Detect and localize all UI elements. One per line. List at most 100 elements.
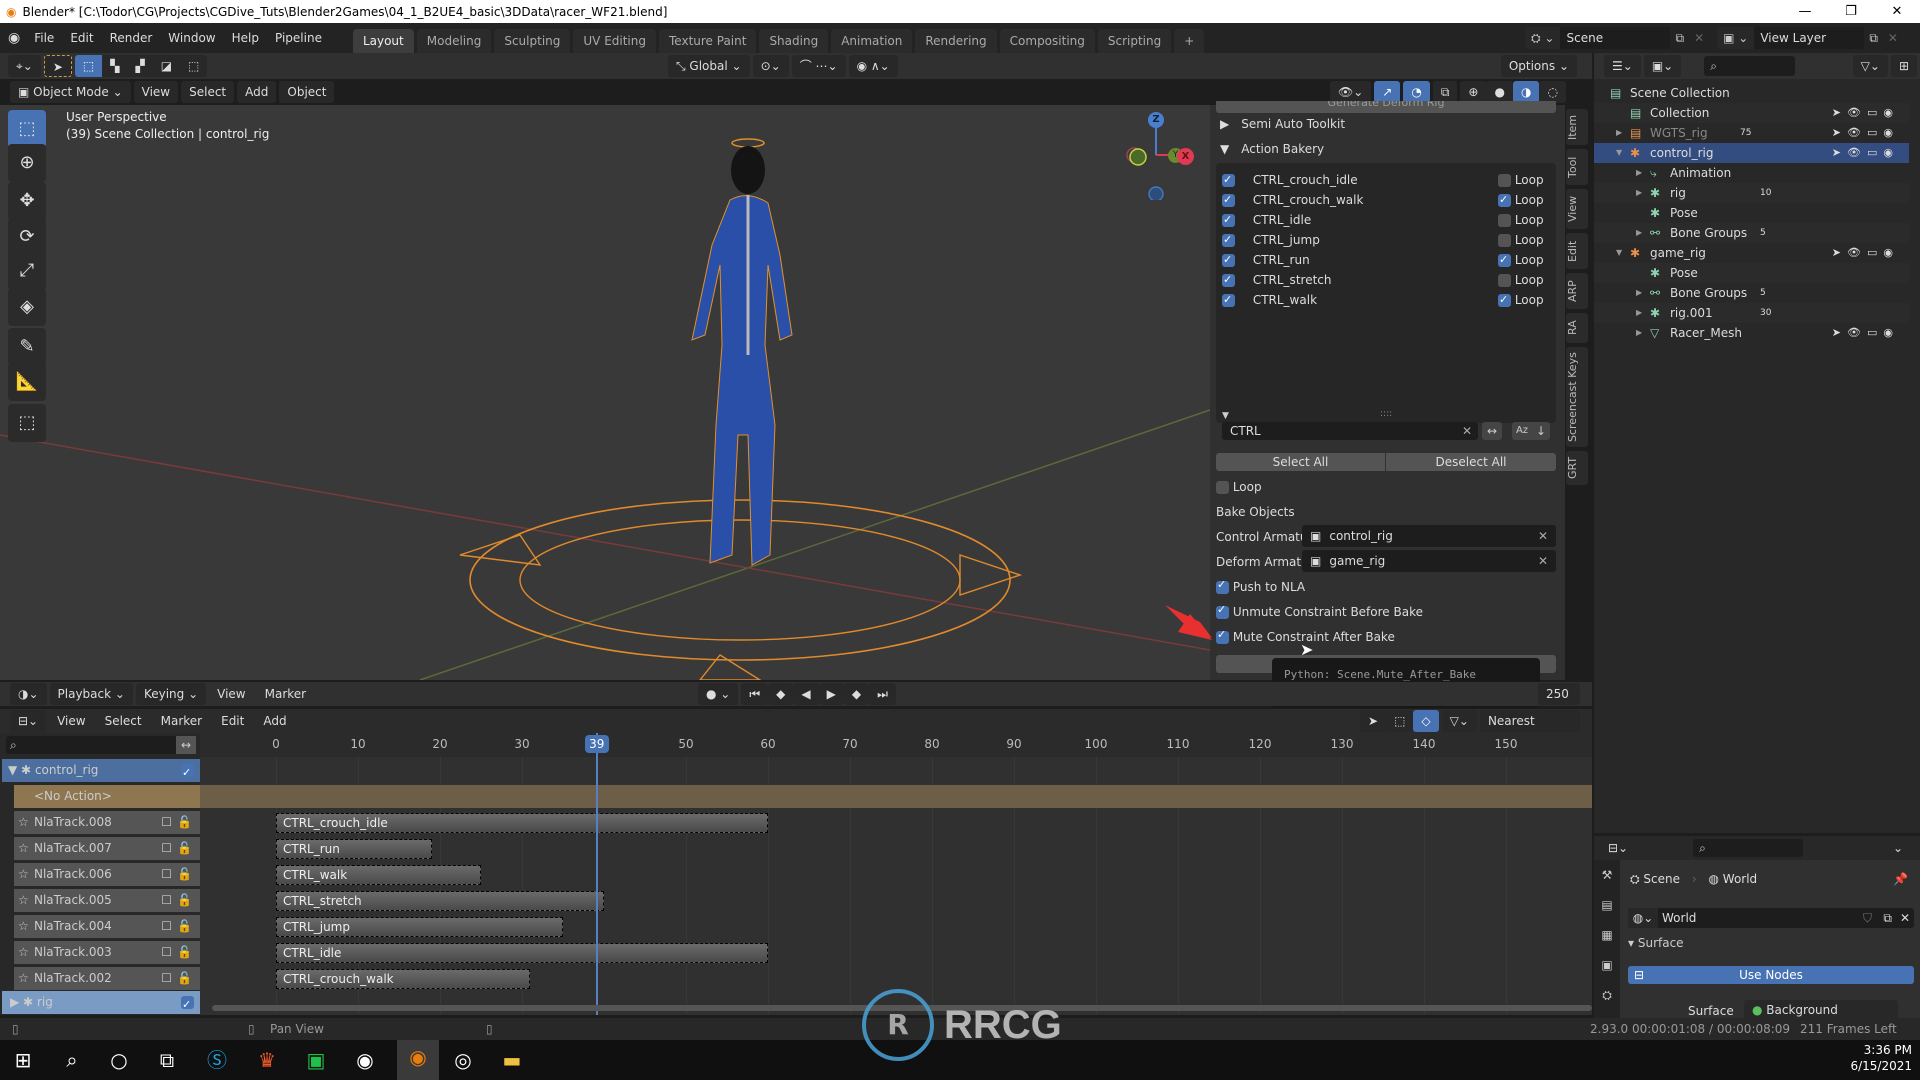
shading-material-icon[interactable]: ◑ — [1512, 81, 1540, 103]
new-view-layer-icon[interactable]: ⧉ — [1864, 31, 1883, 46]
push-to-nla-box[interactable] — [1216, 578, 1229, 594]
collapsed-arrow-icon[interactable]: ▶ — [1616, 123, 1622, 143]
search-icon[interactable]: ⌕ — [55, 1043, 89, 1077]
auto-keying-toggle[interactable]: ● ⌄ — [698, 683, 739, 705]
nla-strip[interactable]: CTRL_walk — [276, 865, 481, 885]
cortana-icon[interactable]: ○ — [102, 1043, 136, 1077]
outliner-item[interactable]: ▶ ⚯ Bone Groups 5 — [1594, 283, 1909, 303]
viewport-toggle-icon[interactable]: ▭ — [1867, 126, 1883, 139]
blender-menu-icon[interactable]: ◉ — [8, 30, 20, 46]
windows-start-icon[interactable]: ⊞ — [6, 1043, 40, 1077]
timeline-menu-view[interactable]: View — [209, 683, 253, 705]
outliner-item[interactable]: ▶ ✱ rig.001 30 — [1594, 303, 1909, 323]
outliner-item[interactable]: ▤ Collection ➤👁▭◉ — [1594, 103, 1909, 123]
nla-track-row[interactable]: ☆ NlaTrack.002 ☐ 🔓 — [14, 967, 200, 990]
select-all-button[interactable]: Select All — [1216, 453, 1385, 471]
action-enable-checkbox[interactable] — [1222, 171, 1235, 189]
render-toggle-icon[interactable]: ◉ — [1883, 326, 1899, 339]
tab-grt[interactable]: GRT — [1566, 451, 1588, 485]
task-view-icon[interactable]: ⧉ — [150, 1043, 184, 1077]
3d-viewport[interactable]: User Perspective (39) Scene Collection |… — [0, 105, 1210, 680]
view-layer-tab-icon[interactable]: ▣ — [1594, 950, 1620, 980]
skype-icon[interactable]: Ⓢ — [200, 1043, 234, 1077]
render-toggle-icon[interactable]: ◉ — [1883, 146, 1899, 159]
pivot-point-dropdown[interactable]: ⊙⌄ — [752, 55, 789, 77]
mute-after-bake-box[interactable] — [1216, 628, 1229, 644]
collapsed-arrow-icon[interactable]: ▶ — [1636, 303, 1642, 323]
action-list-item[interactable]: CTRL_crouch_walk Loop — [1222, 191, 1552, 209]
timeline-menu-marker[interactable]: Marker — [257, 683, 314, 705]
new-collection-button[interactable]: ⊞ — [1890, 55, 1917, 77]
nla-menu-select[interactable]: Select — [97, 710, 150, 732]
outliner-item[interactable]: ▶ ▽ Racer_Mesh ➤👁▭◉ — [1594, 323, 1909, 343]
select-toggle-icon[interactable]: ➤ — [1832, 146, 1847, 159]
expanded-arrow-icon[interactable]: ▼ — [1616, 243, 1622, 263]
select-box-tool-icon[interactable]: ⬚ — [8, 110, 46, 148]
clear-deform-armature-icon[interactable]: ✕ — [1538, 550, 1548, 572]
play-reverse-button[interactable]: ◀ — [793, 683, 819, 705]
control-armature-field[interactable]: ▣ control_rig ✕ — [1302, 525, 1556, 547]
select-mode-extend-icon[interactable]: ▚ — [102, 55, 128, 77]
nla-menu-edit[interactable]: Edit — [213, 710, 252, 732]
action-enable-checkbox[interactable] — [1222, 231, 1235, 249]
nla-strip[interactable]: CTRL_idle — [276, 943, 768, 963]
filter-dropdown[interactable]: ▽⌄ — [1852, 55, 1888, 77]
menu-help[interactable]: Help — [224, 23, 267, 53]
action-loop-checkbox[interactable]: Loop — [1498, 211, 1544, 229]
pin-icon[interactable]: 📌 — [1893, 872, 1908, 886]
object-enable-checkbox[interactable] — [181, 761, 194, 784]
loop-box[interactable] — [1498, 291, 1511, 309]
display-mode-dropdown[interactable]: ☰⌄ — [1604, 55, 1641, 77]
tab-shading[interactable]: Shading — [759, 29, 829, 53]
nla-track-row[interactable]: ☆ NlaTrack.008 ☐ 🔓 — [14, 811, 200, 834]
mute-checkbox-icon[interactable]: ☐ — [161, 889, 172, 912]
deselect-all-button[interactable]: Deselect All — [1386, 453, 1556, 471]
render-tab-icon[interactable]: ▤ — [1594, 890, 1620, 920]
gizmo-z-axis[interactable]: Z — [1148, 112, 1164, 128]
loop-box[interactable] — [1498, 214, 1511, 227]
outliner-item[interactable]: ▶ ▤ WGTS_rig 75 ➤👁▭◉ — [1594, 123, 1909, 143]
outliner-item[interactable]: ▼ ✱ game_rig ➤👁▭◉ — [1594, 243, 1909, 263]
nla-menu-add[interactable]: Add — [255, 710, 294, 732]
end-frame-field[interactable]: 250 — [1538, 683, 1580, 705]
loop-box[interactable] — [1498, 174, 1511, 187]
tab-scripting[interactable]: Scripting — [1097, 29, 1172, 53]
render-toggle-icon[interactable]: ◉ — [1883, 126, 1899, 139]
scene-selector[interactable]: Scene — [1560, 27, 1671, 49]
current-frame-indicator[interactable]: 39 — [584, 735, 609, 753]
nla-strip-area[interactable]: 0 10 20 30 50 60 70 80 90 100 110 120 130 140 150 CTRL… — [200, 733, 1592, 1015]
semi-auto-toolkit-section[interactable]: ▶ Semi Auto Toolkit — [1220, 117, 1345, 131]
lock-icon[interactable]: 🔓 — [177, 915, 192, 938]
sort-reverse-icon[interactable]: ↓ — [1532, 422, 1550, 440]
global-loop-box[interactable] — [1216, 481, 1229, 494]
channel-search[interactable]: ⌕ ↔ — [6, 736, 196, 754]
menu-render[interactable]: Render — [102, 23, 161, 53]
action-list-item[interactable]: CTRL_crouch_idle Loop — [1222, 171, 1552, 189]
tab-edit[interactable]: Edit — [1566, 233, 1588, 269]
lock-icon[interactable]: 🔓 — [177, 863, 192, 886]
lock-icon[interactable]: 🔓 — [177, 967, 192, 990]
action-loop-checkbox[interactable]: Loop — [1498, 231, 1544, 249]
menu-add[interactable]: Add — [237, 81, 277, 103]
collapsed-arrow-icon[interactable]: ▶ — [1636, 163, 1642, 183]
properties-options-dropdown[interactable]: ⌄ — [1884, 837, 1911, 859]
invert-filter-icon[interactable]: ↔ — [1482, 422, 1502, 440]
mode-dropdown[interactable]: ▣ Object Mode ⌄ — [10, 81, 131, 103]
close-button[interactable]: ✕ — [1874, 0, 1920, 23]
visibility-toggles[interactable]: ➤👁▭◉ — [1832, 143, 1899, 163]
visibility-toggles[interactable]: ➤👁▭◉ — [1832, 243, 1899, 263]
mute-checkbox-icon[interactable]: ☐ — [161, 915, 172, 938]
unmute-before-bake-box[interactable] — [1216, 603, 1229, 619]
loop-box[interactable] — [1498, 251, 1511, 269]
render-toggle-icon[interactable]: ◉ — [1883, 106, 1899, 119]
sort-alpha-icon[interactable]: Az — [1512, 422, 1532, 440]
gizmo-toggle[interactable]: ↗ — [1374, 81, 1401, 103]
mute-checkbox-icon[interactable]: ☐ — [161, 837, 172, 860]
properties-search[interactable]: ⌕ — [1693, 839, 1804, 857]
action-loop-checkbox[interactable]: Loop — [1498, 171, 1544, 189]
action-list-item[interactable]: CTRL_run Loop — [1222, 251, 1552, 269]
no-action-row[interactable]: <No Action> — [14, 785, 200, 808]
jump-start-button[interactable]: ⏮ — [741, 683, 769, 705]
nla-strip[interactable]: CTRL_run — [276, 839, 432, 859]
outliner-search[interactable]: ⌕ — [1704, 56, 1795, 76]
